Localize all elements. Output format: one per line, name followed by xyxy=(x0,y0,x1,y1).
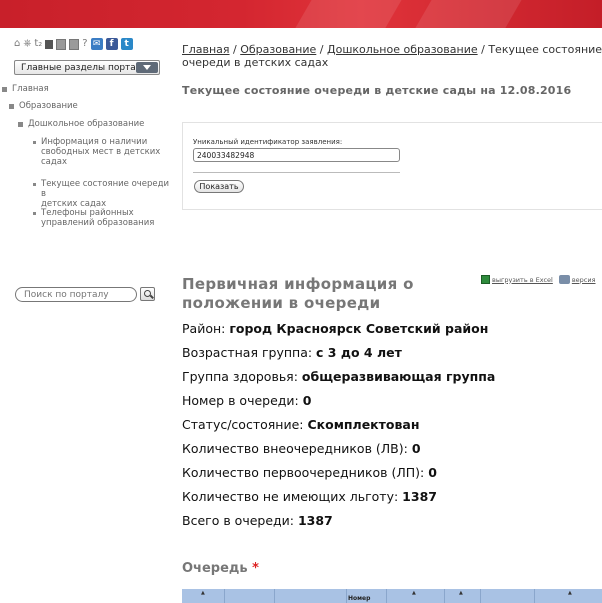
sections-select-value: Главные разделы портала: xyxy=(21,63,151,73)
table-col[interactable]: ▲ xyxy=(444,589,481,603)
nav-item-preschool[interactable]: Дошкольное образование xyxy=(18,119,144,129)
print-icon[interactable] xyxy=(558,275,570,284)
table-col[interactable]: Номер xyxy=(346,589,387,603)
queue-heading: Очередь * xyxy=(182,561,259,576)
nav-item-label: Главная xyxy=(12,84,49,94)
font-size-icon[interactable]: t₂ xyxy=(34,38,42,50)
home-icon[interactable]: ⌂ xyxy=(14,38,20,50)
table-col[interactable] xyxy=(224,589,275,603)
info-queue-number: Номер в очереди: 0 xyxy=(182,393,312,408)
excel-icon[interactable] xyxy=(481,275,490,284)
bullet-icon xyxy=(33,141,36,144)
nav-item-label: Текущее состояние очереди в детских сада… xyxy=(41,179,170,209)
sections-select[interactable]: Главные разделы портала: xyxy=(14,60,160,75)
nav-item-free-places[interactable]: Информация о наличии свободных мест в де… xyxy=(33,137,160,167)
nav-item-main[interactable]: Главная xyxy=(2,84,49,94)
nav-item-label: Информация о наличии свободных мест в де… xyxy=(41,137,161,167)
table-col[interactable]: ▲ xyxy=(386,589,445,603)
export-links: выгрузить в Excel версия xyxy=(481,275,596,284)
column-header-number: Номер xyxy=(348,595,371,602)
breadcrumb-link-education[interactable]: Образование xyxy=(240,43,316,56)
search-input[interactable] xyxy=(15,287,137,302)
sitemap-icon[interactable]: ⎈ xyxy=(23,38,31,50)
page-title: Текущее состояние очереди в детские сады… xyxy=(182,84,572,97)
info-lp-count: Количество первоочередников (ЛП): 0 xyxy=(182,465,437,480)
page-alt-icon[interactable] xyxy=(69,38,80,50)
nav-item-education[interactable]: Образование xyxy=(9,101,78,111)
header-icon-bar: ⌂ ⎈ t₂ ? ✉ f t xyxy=(14,37,133,51)
search-icon-handle xyxy=(150,294,154,299)
table-col[interactable]: ▲ xyxy=(182,589,225,603)
facebook-icon[interactable]: f xyxy=(105,38,118,50)
square-bullet-icon xyxy=(9,104,14,109)
application-id-input[interactable] xyxy=(193,148,400,162)
application-id-label: Уникальный идентификатор заявления: xyxy=(193,138,343,146)
sort-icon: ▲ xyxy=(459,590,463,596)
grid-icon[interactable] xyxy=(45,39,54,49)
show-button[interactable]: Показать xyxy=(194,180,244,193)
chevron-down-icon[interactable] xyxy=(136,62,158,73)
table-col[interactable]: ▲ xyxy=(534,589,602,603)
bullet-icon xyxy=(33,212,36,215)
top-banner xyxy=(0,0,602,28)
help-icon[interactable]: ? xyxy=(82,38,87,50)
sort-icon: ▲ xyxy=(568,590,572,596)
nav-item-label: Образование xyxy=(19,101,78,111)
breadcrumb: Главная / Образование / Дошкольное образ… xyxy=(182,43,602,69)
form-divider xyxy=(193,172,400,173)
application-form: Уникальный идентификатор заявления: Пока… xyxy=(182,122,602,210)
breadcrumb-link-main[interactable]: Главная xyxy=(182,43,230,56)
twitter-icon[interactable]: t xyxy=(120,38,133,50)
info-health-group: Группа здоровья: общеразвивающая группа xyxy=(182,369,496,384)
queue-table-header: ▲ Номер ▲ ▲ ▲ xyxy=(182,589,602,603)
nav-item-queue-status[interactable]: Текущее состояние очереди в детских сада… xyxy=(33,179,175,209)
page-icon[interactable] xyxy=(56,38,67,50)
export-excel-link[interactable]: выгрузить в Excel xyxy=(492,276,553,284)
nav-item-label: Дошкольное образование xyxy=(28,119,145,129)
sort-icon: ▲ xyxy=(201,590,205,596)
info-district: Район: город Красноярск Советский район xyxy=(182,321,489,336)
bullet-icon xyxy=(33,183,36,186)
info-total-count: Всего в очереди: 1387 xyxy=(182,513,333,528)
info-age-group: Возрастная группа: с 3 до 4 лет xyxy=(182,345,402,360)
info-no-benefit-count: Количество не имеющих льготу: 1387 xyxy=(182,489,437,504)
mail-icon[interactable]: ✉ xyxy=(90,38,103,50)
print-version-link[interactable]: версия xyxy=(572,276,596,284)
required-star: * xyxy=(252,561,259,576)
nav-item-label: Телефоны районных управлений образования xyxy=(41,208,155,228)
info-status: Статус/состояние: Скомплектован xyxy=(182,417,420,432)
search-button[interactable] xyxy=(140,287,155,301)
sort-icon: ▲ xyxy=(412,590,416,596)
breadcrumb-link-preschool[interactable]: Дошкольное образование xyxy=(327,43,478,56)
info-lv-count: Количество внеочередников (ЛВ): 0 xyxy=(182,441,421,456)
square-bullet-icon xyxy=(18,122,23,127)
square-bullet-icon xyxy=(2,87,7,92)
table-col[interactable] xyxy=(480,589,535,603)
nav-item-phones[interactable]: Телефоны районных управлений образования xyxy=(33,208,154,228)
breadcrumb-current-cont: очереди в детских садах xyxy=(182,56,329,69)
table-col[interactable] xyxy=(274,589,347,603)
info-heading: Первичная информация о положении в очере… xyxy=(182,275,414,312)
breadcrumb-current: Текущее состояние xyxy=(488,43,602,56)
